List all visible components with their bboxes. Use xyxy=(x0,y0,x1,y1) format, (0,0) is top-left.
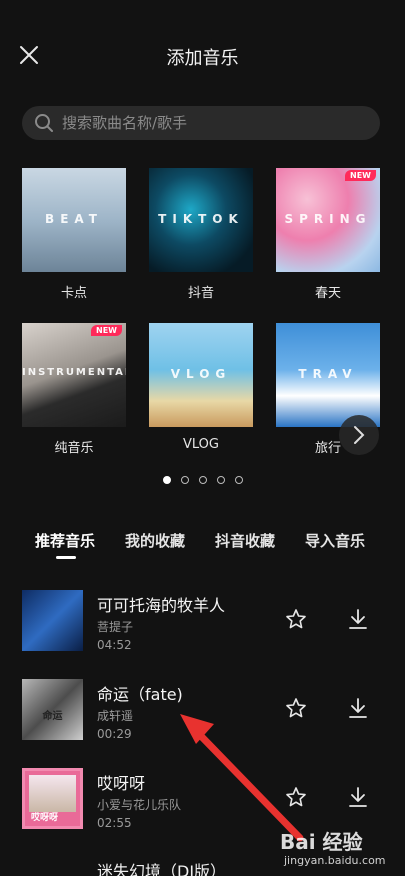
album-caption: 命运 xyxy=(42,711,63,722)
download-icon[interactable] xyxy=(347,786,369,808)
new-badge: NEW xyxy=(91,325,122,336)
song-duration: 02:55 xyxy=(97,816,132,830)
category-vlog[interactable]: VLOG VLOG xyxy=(149,323,253,452)
song-duration: 04:52 xyxy=(97,638,132,652)
new-badge: NEW xyxy=(345,170,376,181)
category-label: 春天 xyxy=(314,286,341,301)
album-cover xyxy=(22,590,83,651)
tab-recommended[interactable]: 推荐音乐 xyxy=(35,530,95,551)
album-caption: 哎呀呀 xyxy=(31,813,59,823)
page-dot[interactable] xyxy=(180,476,189,484)
search-icon xyxy=(35,114,53,132)
pagination-dots xyxy=(0,476,405,484)
song-artist: 菩提子 xyxy=(97,620,134,634)
page-dot[interactable] xyxy=(216,476,225,484)
category-cover: SPRING NEW xyxy=(276,168,380,272)
album-art xyxy=(29,775,76,812)
star-icon[interactable] xyxy=(285,697,307,719)
cover-text: TIKTOK xyxy=(158,212,244,226)
song-row[interactable]: 命运 命运（fate) 成轩遥 00:29 xyxy=(0,677,405,741)
page-dot[interactable] xyxy=(234,476,243,484)
search-input[interactable] xyxy=(62,114,362,132)
song-duration: 00:29 xyxy=(97,727,132,741)
category-tiktok[interactable]: TIKTOK 抖音 xyxy=(149,168,253,301)
song-row[interactable]: 哎呀呀 哎呀呀 小爱与花儿乐队 02:55 xyxy=(0,766,405,830)
header: 添加音乐 xyxy=(0,0,405,110)
category-beat[interactable]: BEAT 卡点 xyxy=(22,168,126,301)
cover-text: INSTRUMENTAL xyxy=(22,367,126,378)
chevron-right-icon[interactable] xyxy=(339,415,379,455)
category-cover: INSTRUMENTAL NEW xyxy=(22,323,126,427)
page-title: 添加音乐 xyxy=(166,48,239,69)
category-spring[interactable]: SPRING NEW 春天 xyxy=(276,168,380,301)
star-icon[interactable] xyxy=(285,608,307,630)
cover-text: BEAT xyxy=(45,212,103,226)
tab-import[interactable]: 导入音乐 xyxy=(305,530,365,551)
watermark-url: jingyan.baidu.com xyxy=(284,854,386,867)
song-row[interactable]: 可可托海的牧羊人 菩提子 04:52 xyxy=(0,588,405,652)
category-label: 卡点 xyxy=(60,286,87,301)
song-artist: 成轩遥 xyxy=(97,709,134,723)
category-cover: TRAV xyxy=(276,323,380,427)
search-bar[interactable] xyxy=(22,106,380,140)
song-artist: 小爱与花儿乐队 xyxy=(97,798,182,812)
category-cover: TIKTOK xyxy=(149,168,253,272)
tab-douyin-favorites[interactable]: 抖音收藏 xyxy=(215,530,275,551)
category-label: 抖音 xyxy=(187,286,214,301)
music-tabs: 推荐音乐 我的收藏 抖音收藏 导入音乐 xyxy=(35,530,405,560)
page-dot[interactable] xyxy=(162,476,171,484)
watermark: Bai 经验 jingyan.baidu.com xyxy=(280,826,400,872)
download-icon[interactable] xyxy=(347,608,369,630)
download-icon[interactable] xyxy=(347,697,369,719)
album-cover: 命运 xyxy=(22,679,83,740)
category-label: 纯音乐 xyxy=(54,441,94,456)
song-title-partial[interactable]: 迷失幻境（DJ版） xyxy=(97,858,226,876)
star-icon[interactable] xyxy=(285,786,307,808)
watermark-logo: Bai 经验 xyxy=(280,830,363,854)
song-title: 哎呀呀 xyxy=(97,774,146,793)
cover-text: VLOG xyxy=(170,367,232,381)
song-title: 可可托海的牧羊人 xyxy=(97,596,226,615)
tab-active-indicator xyxy=(56,556,76,559)
category-cover: VLOG xyxy=(149,323,253,427)
category-label: VLOG xyxy=(183,437,219,452)
cover-text: TRAV xyxy=(298,367,358,381)
song-title: 命运（fate) xyxy=(97,685,183,704)
category-cover: BEAT xyxy=(22,168,126,272)
category-instrumental[interactable]: INSTRUMENTAL NEW 纯音乐 xyxy=(22,323,126,456)
cover-text: SPRING xyxy=(284,212,372,226)
album-cover: 哎呀呀 xyxy=(22,768,83,829)
tab-favorites[interactable]: 我的收藏 xyxy=(125,530,185,551)
page-dot[interactable] xyxy=(198,476,207,484)
